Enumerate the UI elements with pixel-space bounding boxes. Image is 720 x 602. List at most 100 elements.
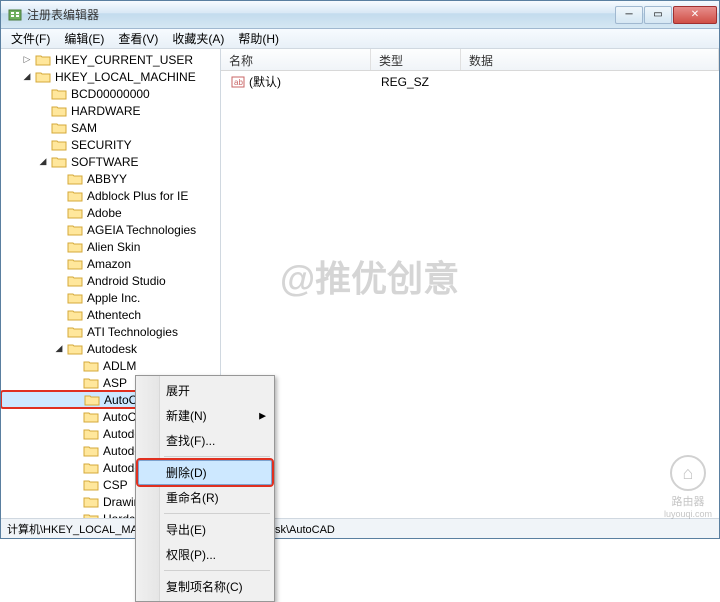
- collapse-icon[interactable]: ◢: [53, 343, 65, 355]
- col-data[interactable]: 数据: [461, 49, 719, 70]
- expand-icon[interactable]: [37, 88, 49, 100]
- context-menu-item[interactable]: 权限(P)...: [138, 542, 272, 567]
- collapse-icon[interactable]: ◢: [21, 71, 33, 83]
- expand-icon[interactable]: [69, 428, 81, 440]
- tree-node-label: Alien Skin: [87, 240, 140, 254]
- folder-icon: [67, 308, 83, 322]
- maximize-button[interactable]: ▭: [644, 6, 672, 24]
- tree-node[interactable]: SAM: [1, 119, 220, 136]
- menu-edit[interactable]: 编辑(E): [58, 28, 110, 49]
- value-row[interactable]: ab(默认)REG_SZ: [223, 73, 717, 90]
- folder-icon: [83, 461, 99, 475]
- context-menu-item[interactable]: 删除(D): [138, 460, 272, 485]
- values-list[interactable]: ab(默认)REG_SZ: [221, 71, 719, 518]
- context-menu-item[interactable]: 查找(F)...: [138, 428, 272, 453]
- collapse-icon[interactable]: ◢: [37, 156, 49, 168]
- titlebar: 注册表编辑器 ─ ▭ ✕: [1, 1, 719, 29]
- tree-node[interactable]: Athentech: [1, 306, 220, 323]
- expand-icon[interactable]: [37, 139, 49, 151]
- tree-node[interactable]: SECURITY: [1, 136, 220, 153]
- context-menu-item[interactable]: 展开: [138, 378, 272, 403]
- tree-node[interactable]: Alien Skin: [1, 238, 220, 255]
- folder-icon: [67, 274, 83, 288]
- app-icon: [7, 7, 23, 23]
- tree-node[interactable]: Apple Inc.: [1, 289, 220, 306]
- expand-icon[interactable]: [69, 360, 81, 372]
- tree-node[interactable]: ABBYY: [1, 170, 220, 187]
- expand-icon[interactable]: [53, 224, 65, 236]
- list-header: 名称 类型 数据: [221, 49, 719, 71]
- tree-node[interactable]: ▷HKEY_CURRENT_USER: [1, 51, 220, 68]
- expand-icon[interactable]: [53, 275, 65, 287]
- tree-node[interactable]: Amazon: [1, 255, 220, 272]
- menu-help[interactable]: 帮助(H): [232, 28, 285, 49]
- tree-node[interactable]: BCD00000000: [1, 85, 220, 102]
- expand-icon[interactable]: [53, 173, 65, 185]
- menubar: 文件(F) 编辑(E) 查看(V) 收藏夹(A) 帮助(H): [1, 29, 719, 49]
- expand-icon[interactable]: [69, 479, 81, 491]
- folder-icon: [35, 53, 51, 67]
- col-name[interactable]: 名称: [221, 49, 371, 70]
- tree-node[interactable]: ATI Technologies: [1, 323, 220, 340]
- context-menu-item[interactable]: 新建(N)▶: [138, 403, 272, 428]
- tree-node-label: Athentech: [87, 308, 141, 322]
- tree-node-label: ABBYY: [87, 172, 127, 186]
- tree-node-label: ASP: [103, 376, 127, 390]
- folder-icon: [83, 444, 99, 458]
- context-menu-item[interactable]: 重命名(R): [138, 485, 272, 510]
- tree-node[interactable]: HARDWARE: [1, 102, 220, 119]
- tree-node-label: Autodesk: [87, 342, 137, 356]
- close-button[interactable]: ✕: [673, 6, 717, 24]
- content-area: ▷HKEY_CURRENT_USER◢HKEY_LOCAL_MACHINE BCD…: [1, 49, 719, 518]
- svg-text:ab: ab: [234, 78, 243, 87]
- tree-node[interactable]: AGEIA Technologies: [1, 221, 220, 238]
- submenu-arrow-icon: ▶: [259, 410, 266, 421]
- tree-node[interactable]: ◢SOFTWARE: [1, 153, 220, 170]
- menu-file[interactable]: 文件(F): [5, 28, 56, 49]
- tree-node-label: Android Studio: [87, 274, 166, 288]
- window-controls: ─ ▭ ✕: [615, 6, 717, 24]
- col-type[interactable]: 类型: [371, 49, 461, 70]
- tree-node[interactable]: ◢HKEY_LOCAL_MACHINE: [1, 68, 220, 85]
- tree-node[interactable]: ◢ Autodesk: [1, 340, 220, 357]
- folder-icon: [83, 478, 99, 492]
- values-panel: 名称 类型 数据 ab(默认)REG_SZ: [221, 49, 719, 518]
- folder-icon: [84, 393, 100, 407]
- expand-icon[interactable]: [37, 122, 49, 134]
- expand-icon[interactable]: [69, 462, 81, 474]
- tree-node-label: BCD00000000: [71, 87, 150, 101]
- expand-icon[interactable]: [69, 445, 81, 457]
- context-menu-item[interactable]: 复制项名称(C): [138, 574, 272, 599]
- string-value-icon: ab: [231, 75, 245, 89]
- menu-view[interactable]: 查看(V): [112, 28, 164, 49]
- expand-icon[interactable]: [53, 207, 65, 219]
- folder-icon: [35, 70, 51, 84]
- folder-icon: [67, 189, 83, 203]
- tree-node-label: AGEIA Technologies: [87, 223, 196, 237]
- expand-icon[interactable]: [53, 309, 65, 321]
- expand-icon[interactable]: [53, 292, 65, 304]
- tree-node-label: Adblock Plus for IE: [87, 189, 188, 203]
- expand-icon[interactable]: [53, 190, 65, 202]
- tree-node-label: HARDWARE: [71, 104, 141, 118]
- tree-node[interactable]: Adobe: [1, 204, 220, 221]
- context-menu-separator: [164, 513, 270, 514]
- expand-icon[interactable]: [69, 377, 81, 389]
- tree-node[interactable]: Adblock Plus for IE: [1, 187, 220, 204]
- tree-node-label: Amazon: [87, 257, 131, 271]
- expand-icon[interactable]: [53, 326, 65, 338]
- tree-node[interactable]: ADLM: [1, 357, 220, 374]
- minimize-button[interactable]: ─: [615, 6, 643, 24]
- context-menu-item[interactable]: 导出(E): [138, 517, 272, 542]
- expand-icon[interactable]: [53, 241, 65, 253]
- expand-icon[interactable]: ▷: [21, 54, 33, 66]
- expand-icon[interactable]: [53, 258, 65, 270]
- expand-icon[interactable]: [69, 496, 81, 508]
- tree-node[interactable]: Android Studio: [1, 272, 220, 289]
- folder-icon: [83, 359, 99, 373]
- menu-favorites[interactable]: 收藏夹(A): [166, 28, 230, 49]
- folder-icon: [67, 172, 83, 186]
- expand-icon[interactable]: [70, 394, 82, 406]
- expand-icon[interactable]: [37, 105, 49, 117]
- expand-icon[interactable]: [69, 411, 81, 423]
